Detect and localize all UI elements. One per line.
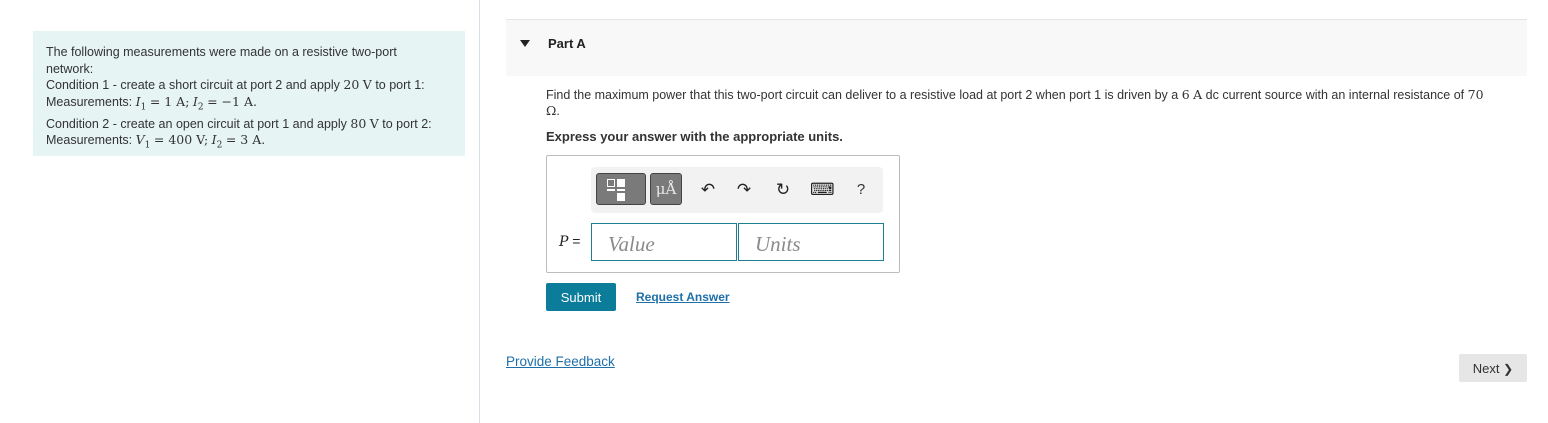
condition-1-prefix: Condition 1 - create a short circuit at … xyxy=(46,78,340,92)
condition-2-value: 80 xyxy=(350,115,367,131)
condition-1-unit: V xyxy=(362,77,372,92)
measurements-1-val2: = −1 A xyxy=(207,93,253,109)
answer-variable: P xyxy=(559,234,569,250)
column-divider xyxy=(479,0,480,423)
resistance-value: 70 xyxy=(1467,87,1484,102)
measurements-2: Measurements: V1 = 400 V; I2 = 3 A. xyxy=(46,132,453,154)
undo-icon[interactable]: ↶ xyxy=(697,179,719,201)
problem-intro: The following measurements were made on … xyxy=(46,45,397,76)
condition-1: Condition 1 - create a short circuit at … xyxy=(46,77,453,94)
math-toolbar: μÅ ↶ ↷ ↻ ⌨ ? xyxy=(591,167,883,213)
question-before: Find the maximum power that this two-por… xyxy=(546,88,1179,102)
question-after: dc current source with an internal resis… xyxy=(1205,88,1465,102)
problem-info-panel: The following measurements were made on … xyxy=(33,31,465,156)
measurements-2-val1: = 400 V xyxy=(153,132,204,147)
measurements-1-sub1: 1 xyxy=(140,102,147,112)
condition-2-suffix: to port 2: xyxy=(382,116,432,131)
reset-icon[interactable]: ↻ xyxy=(772,179,794,201)
current-value: 6 xyxy=(1181,87,1190,102)
current-unit: A xyxy=(1193,87,1203,102)
condition-2-unit: V xyxy=(369,115,379,131)
condition-2-prefix: Condition 2 - create an open circuit at … xyxy=(46,116,347,131)
measurements-2-sep: ; xyxy=(203,132,209,147)
measurements-1-label: Measurements: xyxy=(46,94,133,109)
answer-variable-label: P = xyxy=(559,233,581,250)
measurements-1-end: . xyxy=(252,93,257,109)
measurements-2-label: Measurements: xyxy=(46,133,133,147)
measurements-2-sub2: 2 xyxy=(216,140,223,151)
answer-box: μÅ ↶ ↷ ↻ ⌨ ? P = xyxy=(546,155,900,273)
provide-feedback-link[interactable]: Provide Feedback xyxy=(506,354,615,369)
measurements-1-sub2: 2 xyxy=(197,102,204,112)
value-input[interactable] xyxy=(591,223,737,261)
submit-button[interactable]: Submit xyxy=(546,283,616,311)
measurements-2-var1: V xyxy=(135,132,145,147)
part-header[interactable]: Part A xyxy=(506,19,1527,76)
question-text: Find the maximum power that this two-por… xyxy=(546,87,1526,119)
collapse-triangle-icon[interactable] xyxy=(520,40,530,47)
request-answer-link[interactable]: Request Answer xyxy=(636,290,730,304)
condition-2: Condition 2 - create an open circuit at … xyxy=(46,116,453,133)
answer-equals: = xyxy=(568,233,581,249)
next-button[interactable]: Next ❯ xyxy=(1459,354,1527,382)
templates-button[interactable] xyxy=(596,173,646,205)
condition-1-value: 20 xyxy=(343,77,360,92)
templates-icon xyxy=(607,179,625,201)
units-input[interactable] xyxy=(738,223,884,261)
condition-1-suffix: to port 1: xyxy=(375,78,425,92)
redo-icon[interactable]: ↷ xyxy=(733,179,755,201)
measurements-2-end: . xyxy=(261,132,266,147)
help-icon[interactable]: ? xyxy=(850,179,872,201)
keyboard-icon[interactable]: ⌨ xyxy=(810,179,835,201)
next-label: Next xyxy=(1472,360,1500,376)
measurements-1-sep: ; xyxy=(185,93,190,109)
question-end: . xyxy=(556,104,560,118)
part-title: Part A xyxy=(548,36,586,51)
chevron-right-icon: ❯ xyxy=(1503,361,1514,376)
units-button[interactable]: μÅ xyxy=(650,173,682,205)
measurements-1-val1: = 1 A xyxy=(149,93,186,109)
measurements-2-sub1: 1 xyxy=(144,140,151,151)
resistance-unit: Ω xyxy=(546,103,557,118)
measurements-2-val2: = 3 A xyxy=(225,132,262,147)
measurements-1: Measurements: I1 = 1 A; I2 = −1 A. xyxy=(46,94,453,116)
answer-instruction: Express your answer with the appropriate… xyxy=(546,129,843,144)
